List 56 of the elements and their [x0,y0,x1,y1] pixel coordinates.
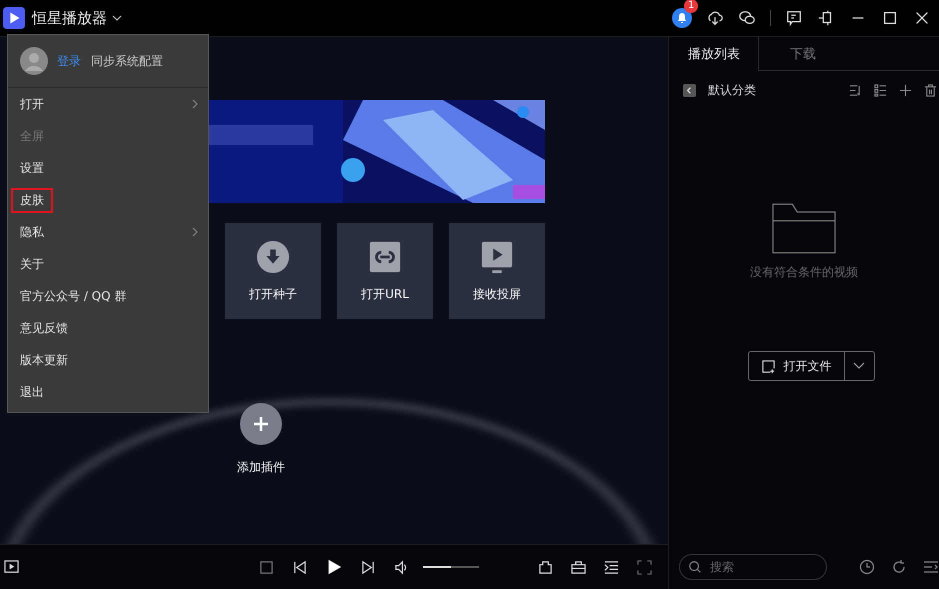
cloud-download-icon[interactable] [706,9,724,27]
app-logo-icon [3,7,25,29]
add-icon[interactable] [899,84,912,96]
list-view-icon[interactable] [874,84,887,96]
menu-item[interactable]: 官方公众号 / QQ 群 [11,284,136,308]
menu-item[interactable]: 打开 [11,92,53,116]
notification-bell-icon[interactable] [672,8,692,28]
panel-tab[interactable]: 下载 [758,37,847,71]
sort-icon[interactable] [849,84,862,96]
notification-badge: 1 [684,0,698,13]
chevron-down-icon [853,362,865,370]
chat-icon[interactable] [738,9,756,27]
link-icon [368,240,402,274]
quick-action-tile[interactable]: 打开URL [337,223,433,319]
screen-play-icon [480,240,514,274]
menu-item[interactable]: 退出 [11,380,53,404]
menu-item[interactable]: 隐私 [11,220,53,244]
app-title[interactable]: 恒星播放器 [32,8,107,28]
previous-icon[interactable] [292,560,307,574]
open-file-button[interactable]: 打开文件 [748,351,844,381]
playlist-toggle-icon[interactable] [604,560,619,574]
menu-item[interactable]: 版本更新 [11,348,77,372]
chevron-down-icon[interactable] [112,15,122,21]
search-icon [688,560,702,574]
menu-item[interactable]: 设置 [11,156,53,180]
quick-action-tile[interactable]: 接收投屏 [449,223,545,319]
menu-item[interactable]: 意见反馈 [11,316,77,340]
open-options-button[interactable] [844,351,874,381]
volume-icon[interactable] [394,560,409,574]
sync-config-label[interactable]: 同步系统配置 [91,52,163,70]
back-icon[interactable] [683,84,696,96]
menu-item[interactable]: 关于 [11,252,53,276]
history-icon[interactable] [859,559,875,575]
trash-icon[interactable] [924,84,937,96]
search-box[interactable]: 搜索 [679,554,827,580]
stop-icon[interactable] [259,560,274,574]
screen-play-icon[interactable] [4,560,19,574]
folder-icon [772,203,836,254]
quick-action-tile[interactable]: 打开种子 [225,223,321,319]
add-plugin-icon[interactable] [240,403,282,445]
menu-item[interactable]: 皮肤 [11,188,53,212]
avatar-icon [20,47,48,75]
maximize-icon[interactable] [881,9,899,27]
search-field[interactable]: 搜索 [708,559,802,575]
panel-tab[interactable]: 播放列表 [669,37,758,71]
collapse-panel-icon[interactable] [923,559,939,575]
add-plugin-label: 添加插件 [237,459,285,476]
file-add-icon [760,358,776,374]
empty-message: 没有符合条件的视频 [750,264,858,281]
next-icon[interactable] [361,560,376,574]
refresh-icon[interactable] [891,559,907,575]
feedback-icon[interactable] [785,9,803,27]
puzzle-icon[interactable] [538,560,553,574]
category-label[interactable]: 默认分类 [708,82,756,98]
toolbox-icon[interactable] [571,560,586,574]
fullscreen-icon[interactable] [637,560,652,574]
